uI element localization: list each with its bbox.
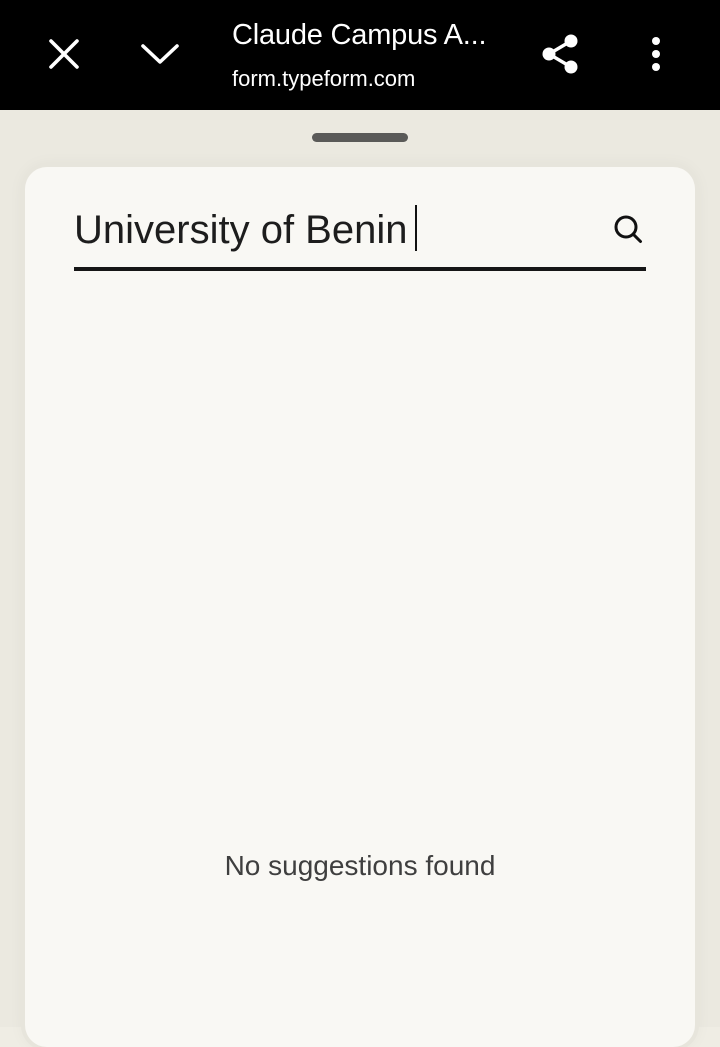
close-icon	[49, 39, 79, 69]
search-sheet: No suggestions found	[25, 167, 695, 1047]
browser-top-bar: Claude Campus A... form.typeform.com	[0, 0, 720, 110]
no-suggestions-message: No suggestions found	[224, 850, 496, 881]
search-icon	[614, 215, 642, 243]
text-caret	[415, 205, 418, 251]
drag-handle[interactable]	[312, 133, 408, 142]
page-title: Claude Campus A...	[232, 19, 487, 51]
page-info[interactable]: Claude Campus A... form.typeform.com	[232, 16, 512, 94]
search-underline	[74, 267, 646, 271]
share-icon	[542, 34, 578, 74]
chevron-down-icon	[141, 44, 179, 64]
more-options-button[interactable]	[626, 24, 686, 84]
close-button[interactable]	[34, 24, 94, 84]
page-url: form.typeform.com	[232, 66, 416, 91]
share-button[interactable]	[530, 24, 590, 84]
collapse-button[interactable]	[130, 24, 190, 84]
more-vert-icon	[652, 37, 660, 71]
search-button[interactable]	[610, 211, 646, 247]
search-input[interactable]	[74, 197, 594, 263]
search-field[interactable]	[74, 197, 646, 271]
